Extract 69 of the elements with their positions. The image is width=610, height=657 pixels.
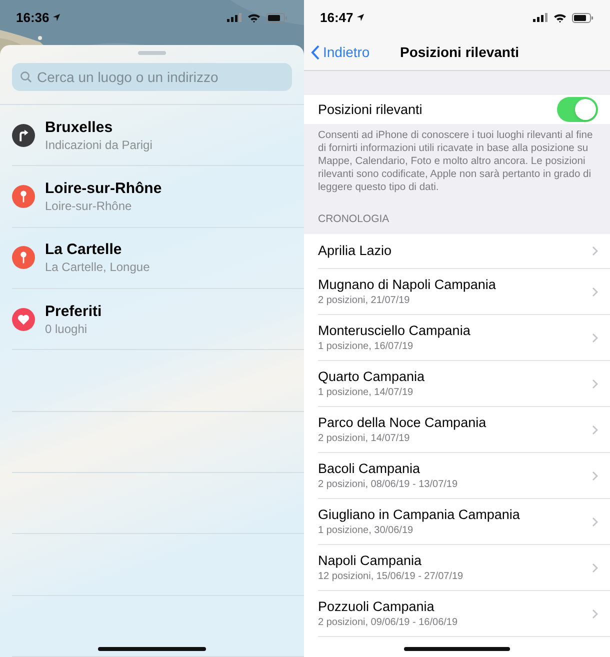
location-arrow-icon xyxy=(356,13,366,22)
section-header: CRONOLOGIA xyxy=(317,212,390,228)
chevron-right-icon xyxy=(592,608,598,618)
history-title: Monterusciello Campania xyxy=(318,322,470,340)
history-row[interactable]: Parco della Noce Campania 2 posizioni, 14/07/19 xyxy=(318,407,610,453)
history-title: Mugnano di Napoli Campania xyxy=(318,276,496,294)
place-row[interactable]: La Cartelle La Cartelle, Longue xyxy=(12,228,304,289)
history-row[interactable]: Aprilia Lazio xyxy=(318,234,610,269)
chevron-right-icon xyxy=(592,562,598,572)
pin-icon xyxy=(12,184,35,208)
wifi-icon xyxy=(247,12,261,22)
history-subtitle: 2 posizioni, 21/07/19 xyxy=(318,294,411,308)
place-subtitle: Indicazioni da Parigi xyxy=(45,136,152,153)
history-subtitle: 2 posizioni, 08/06/19 - 13/07/19 xyxy=(318,478,458,492)
history-row[interactable]: Pozzuoli Campania 2 posizioni, 09/06/19 - 16/06/19 xyxy=(318,591,610,637)
history-row[interactable]: Quarto Campania 1 posizione, 14/07/19 xyxy=(318,361,610,407)
place-row[interactable]: Preferiti 0 luoghi xyxy=(12,288,304,350)
signal-icon xyxy=(533,13,548,22)
place-title: Preferiti xyxy=(45,302,102,321)
history-title: Aprilia Lazio xyxy=(318,242,392,260)
place-subtitle: 0 luoghi xyxy=(45,320,88,337)
drag-handle[interactable] xyxy=(138,51,166,55)
toggle-switch[interactable] xyxy=(557,97,598,122)
chevron-right-icon xyxy=(592,516,598,526)
location-arrow-icon xyxy=(52,13,62,22)
place-row[interactable]: Loire-sur-Rhône Loire-sur-Rhône xyxy=(12,166,304,228)
nav-title: Posizioni rilevanti xyxy=(400,43,520,62)
history-title: Parco della Noce Campania xyxy=(318,414,486,432)
toggle-label: Posizioni rilevanti xyxy=(318,100,422,119)
history-title: Bacoli Campania xyxy=(318,460,422,478)
search-field[interactable]: Cerca un luogo o un indirizzo xyxy=(12,62,292,91)
chevron-right-icon xyxy=(592,424,598,434)
chevron-right-icon xyxy=(592,246,598,256)
place-title: Loire-sur-Rhône xyxy=(45,178,162,198)
history-subtitle: 2 posizioni, 09/06/19 - 16/06/19 xyxy=(318,616,458,630)
chevron-right-icon xyxy=(592,286,598,296)
description-text: Consenti ad iPhone di conoscere i tuoi luoghi rilevanti al fine di fornirti informazioni utili ricavate in base alla posizione su Mappe, Calendario, Foto e molto altro ancora. Le posizioni rilevanti sono codificate, Apple non sarà pertanto in grado di leggere questo tipo di dati. xyxy=(317,129,594,194)
history-row[interactable]: Monterusciello Campania 1 posizione, 16/07/19 xyxy=(318,315,610,361)
history-row[interactable]: Mugnano di Napoli Campania 2 posizioni, 21/07/19 xyxy=(318,269,610,315)
chevron-right-icon xyxy=(592,378,598,388)
search-icon xyxy=(20,70,32,83)
history-title: Napoli Campania xyxy=(318,552,423,570)
history-subtitle: 1 posizione, 16/07/19 xyxy=(318,340,414,354)
place-subtitle: Loire-sur-Rhône xyxy=(45,198,133,214)
place-title: La Cartelle xyxy=(45,240,123,260)
chevron-right-icon xyxy=(592,470,598,480)
pin-icon xyxy=(12,246,35,270)
history-row[interactable]: Bacoli Campania 2 posizioni, 08/06/19 - 13/07/19 xyxy=(318,453,610,499)
chevron-left-icon xyxy=(311,45,320,60)
battery-icon xyxy=(572,12,594,22)
status-time: 16:36 xyxy=(16,8,50,27)
status-time: 16:47 xyxy=(320,8,354,27)
signal-icon xyxy=(227,13,242,22)
history-row[interactable]: Napoli Campania 12 posizioni, 15/06/19 - 27/07/19 xyxy=(318,545,610,591)
history-title: Giugliano in Campania Campania xyxy=(318,506,520,524)
history-subtitle: 12 posizioni, 15/06/19 - 27/07/19 xyxy=(318,570,464,584)
history-subtitle: 2 posizioni, 14/07/19 xyxy=(318,432,411,446)
history-subtitle: 1 posizione, 14/07/19 xyxy=(318,386,414,400)
history-row[interactable]: Giugliano in Campania Campania 1 posizione, 30/06/19 xyxy=(318,499,610,545)
chevron-right-icon xyxy=(592,332,598,342)
battery-icon xyxy=(266,12,288,22)
history-title: Quarto Campania xyxy=(318,368,425,386)
history-title: Pozzuoli Campania xyxy=(318,598,436,616)
place-row[interactable]: Bruxelles Indicazioni da Parigi xyxy=(12,104,304,166)
place-subtitle: La Cartelle, Longue xyxy=(45,259,150,276)
back-button[interactable]: Indietro xyxy=(304,42,370,63)
place-title: Bruxelles xyxy=(45,118,114,137)
wifi-icon xyxy=(553,12,567,22)
history-subtitle: 1 posizione, 30/06/19 xyxy=(318,524,414,538)
